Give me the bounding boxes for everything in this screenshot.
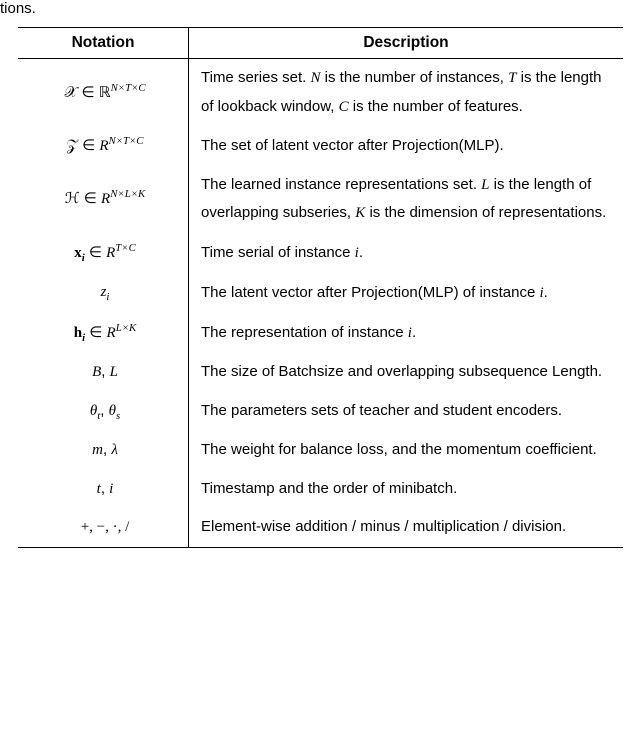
table-row: hi ∈ RL×KThe representation of instance …: [18, 313, 623, 354]
description-cell: Timestamp and the order of minibatch.: [189, 470, 624, 509]
notation-cell: θt, θs: [18, 392, 189, 432]
description-cell: Element-wise addition / minus / multipli…: [189, 508, 624, 547]
notation-cell: 𝒳 ∈ ℝN×T×C: [18, 59, 189, 127]
table-row: xi ∈ RT×CTime serial of instance i.: [18, 233, 623, 274]
table-row: ziThe latent vector after Projection(MLP…: [18, 273, 623, 313]
table-row: ℋ ∈ RN×L×KThe learned instance represent…: [18, 166, 623, 233]
description-cell: The latent vector after Projection(MLP) …: [189, 273, 624, 313]
description-cell: The weight for balance loss, and the mom…: [189, 431, 624, 470]
table-row: m, λThe weight for balance loss, and the…: [18, 431, 623, 470]
table-row: 𝒵 ∈ RN×T×CThe set of latent vector after…: [18, 126, 623, 166]
notation-cell: t, i: [18, 470, 189, 509]
notation-cell: hi ∈ RL×K: [18, 313, 189, 354]
notation-cell: ℋ ∈ RN×L×K: [18, 166, 189, 233]
header-description: Description: [189, 28, 624, 59]
table-row: B, LThe size of Batchsize and overlappin…: [18, 353, 623, 392]
table-row: t, iTimestamp and the order of minibatch…: [18, 470, 623, 509]
notation-cell: xi ∈ RT×C: [18, 233, 189, 274]
description-cell: The parameters sets of teacher and stude…: [189, 392, 624, 432]
notation-cell: +, −, ·, /: [18, 508, 189, 547]
description-cell: The representation of instance i.: [189, 313, 624, 354]
table-row: θt, θsThe parameters sets of teacher and…: [18, 392, 623, 432]
notation-cell: B, L: [18, 353, 189, 392]
description-cell: The learned instance representations set…: [189, 166, 624, 233]
table-body: 𝒳 ∈ ℝN×T×CTime series set. N is the numb…: [18, 59, 623, 548]
table-row: +, −, ·, /Element-wise addition / minus …: [18, 508, 623, 547]
description-cell: Time serial of instance i.: [189, 233, 624, 274]
notation-cell: 𝒵 ∈ RN×T×C: [18, 126, 189, 166]
table-row: 𝒳 ∈ ℝN×T×CTime series set. N is the numb…: [18, 59, 623, 127]
header-notation: Notation: [18, 28, 189, 59]
description-cell: Time series set. N is the number of inst…: [189, 59, 624, 127]
caption-fragment: tions.: [0, 0, 640, 27]
table-header-row: Notation Description: [18, 28, 623, 59]
notation-table: Notation Description 𝒳 ∈ ℝN×T×CTime seri…: [18, 27, 623, 548]
description-cell: The set of latent vector after Projectio…: [189, 126, 624, 166]
notation-cell: m, λ: [18, 431, 189, 470]
description-cell: The size of Batchsize and overlapping su…: [189, 353, 624, 392]
notation-cell: zi: [18, 273, 189, 313]
